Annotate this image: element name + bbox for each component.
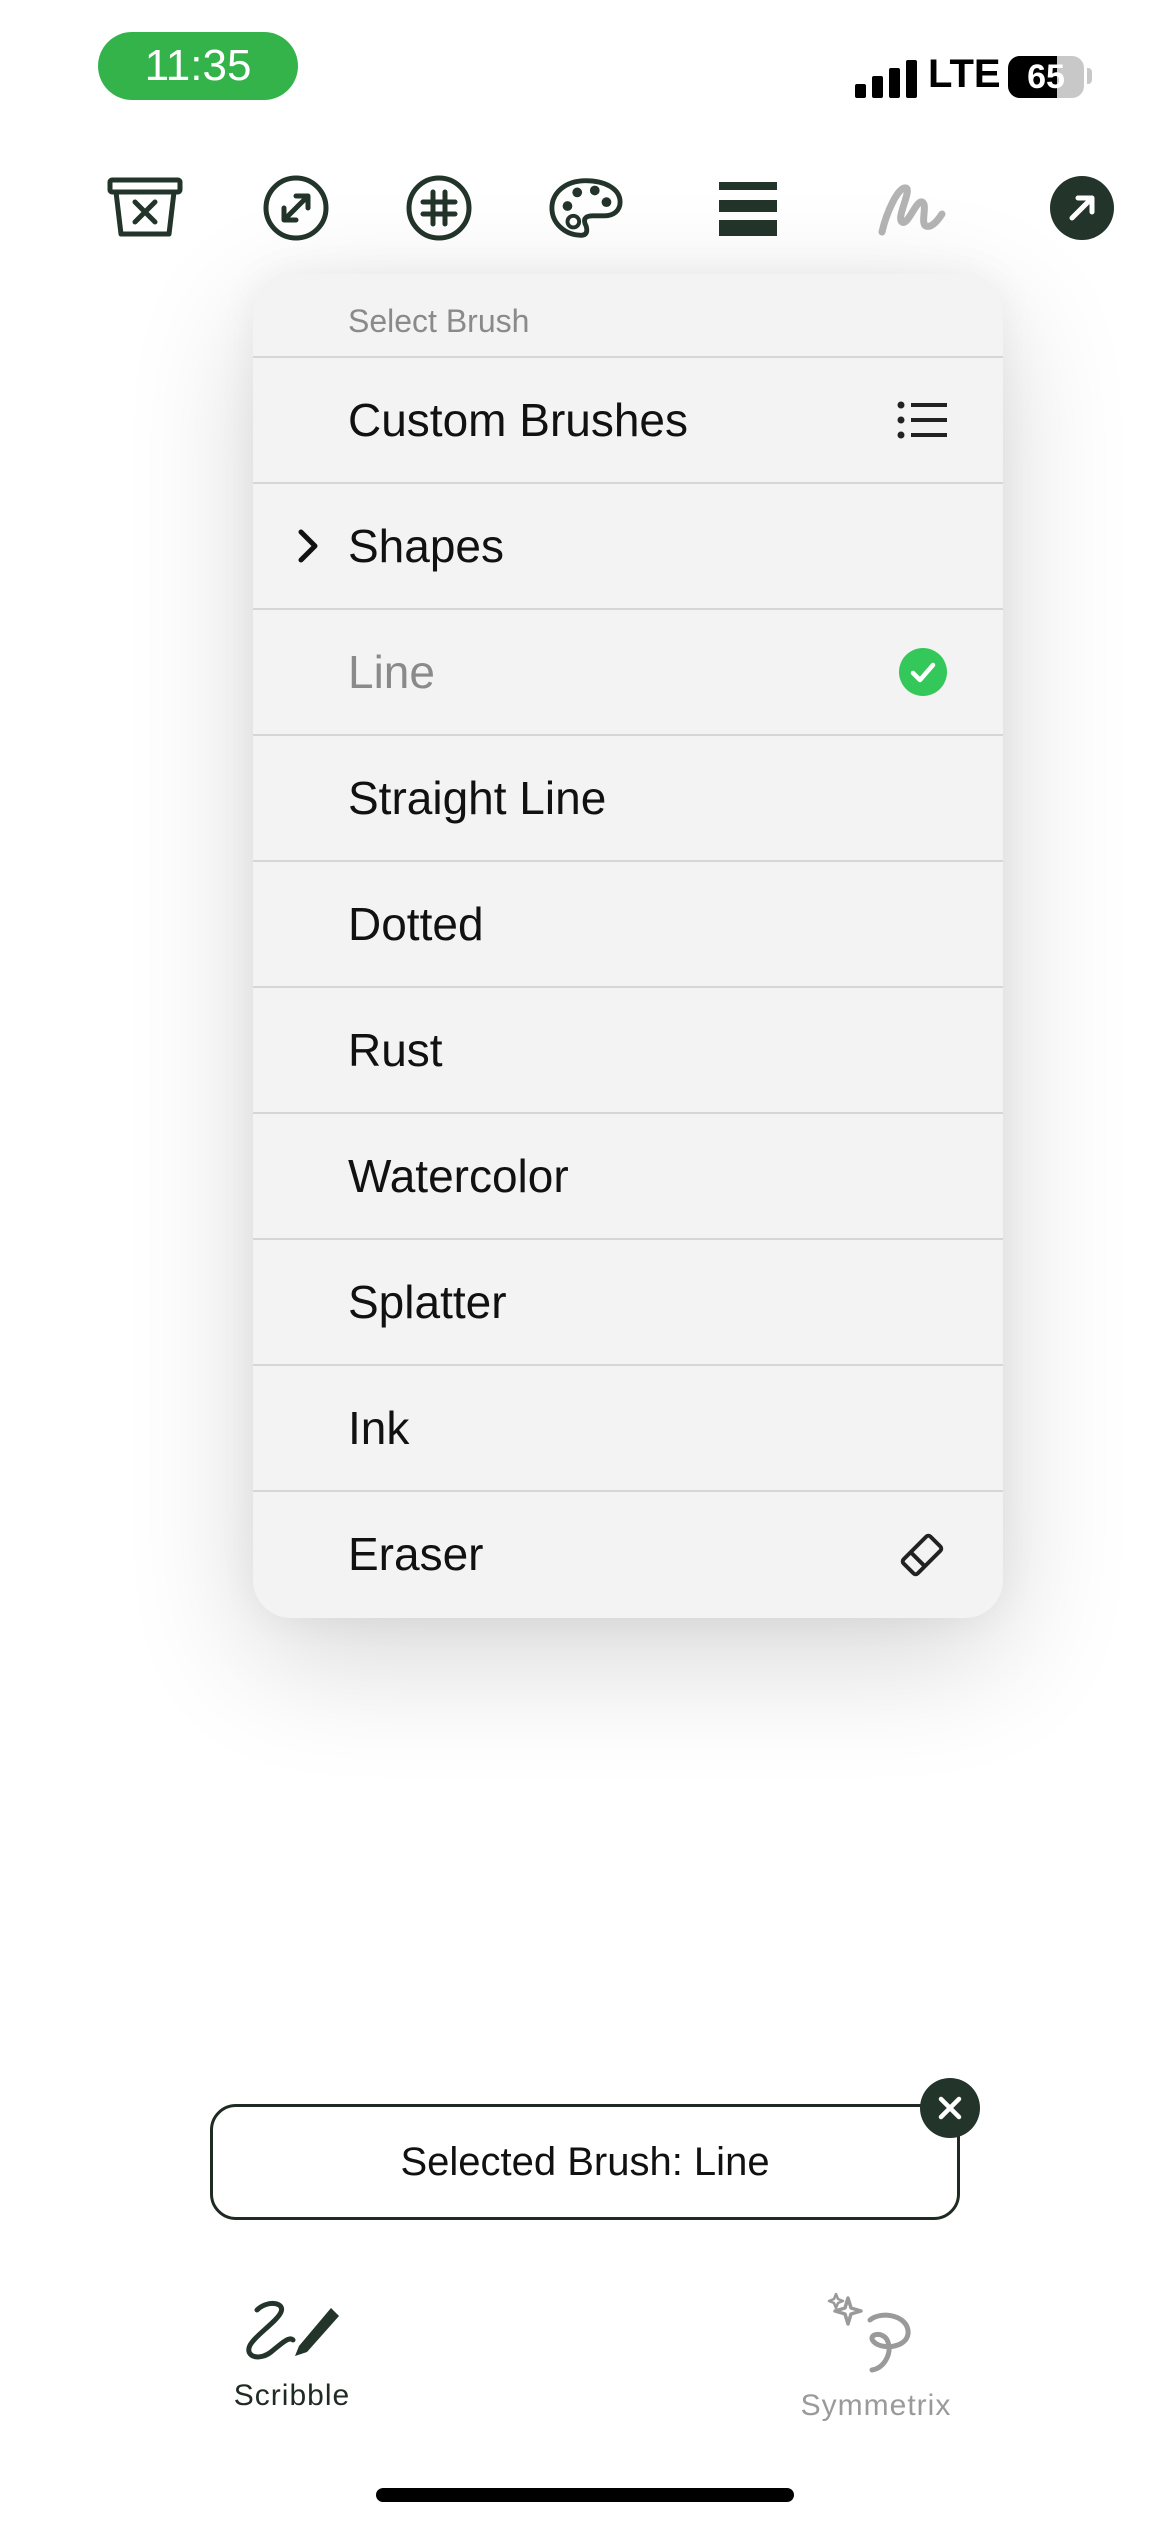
cellular-signal-icon — [855, 58, 917, 98]
menu-item-label: Splatter — [348, 1276, 507, 1328]
menu-item-label: Dotted — [348, 898, 484, 950]
home-indicator — [376, 2488, 794, 2502]
menu-item-shapes[interactable]: Shapes — [253, 484, 1003, 610]
tab-symmetrix[interactable]: Symmetrix — [756, 2290, 996, 2423]
export-button[interactable] — [1044, 172, 1120, 244]
checkmark-icon — [899, 648, 947, 696]
close-icon — [938, 2096, 962, 2120]
brush-menu: Select Brush Custom Brushes Shapes Line … — [253, 274, 1003, 1618]
network-type: LTE — [928, 52, 1001, 96]
stroke-width-icon — [719, 182, 777, 236]
stroke-width-button[interactable] — [710, 172, 786, 244]
chevron-right-icon — [298, 529, 318, 563]
clear-canvas-icon — [107, 177, 183, 237]
menu-item-watercolor[interactable]: Watercolor — [253, 1114, 1003, 1240]
toast-close-button[interactable] — [920, 2078, 980, 2138]
tab-scribble[interactable]: Scribble — [172, 2290, 412, 2413]
battery-level: 65 — [1027, 58, 1065, 96]
selected-brush-toast: Selected Brush: Line — [210, 2104, 960, 2220]
brush-icon — [878, 184, 946, 236]
menu-item-eraser[interactable]: Eraser — [253, 1492, 1003, 1618]
menu-title: Select Brush — [253, 274, 1003, 358]
resize-arrows-icon — [263, 175, 329, 241]
menu-item-label: Eraser — [348, 1528, 484, 1580]
status-time: 11:35 — [98, 32, 298, 100]
grid-button[interactable] — [401, 172, 477, 244]
menu-item-label: Line — [348, 646, 435, 698]
menu-item-line[interactable]: Line — [253, 610, 1003, 736]
eraser-icon — [900, 1533, 944, 1577]
grid-icon — [406, 175, 472, 241]
menu-item-straight-line[interactable]: Straight Line — [253, 736, 1003, 862]
menu-item-rust[interactable]: Rust — [253, 988, 1003, 1114]
menu-item-label: Rust — [348, 1024, 443, 1076]
symmetrix-icon — [827, 2292, 911, 2373]
clear-canvas-button[interactable] — [107, 172, 183, 244]
menu-item-splatter[interactable]: Splatter — [253, 1240, 1003, 1366]
tab-label: Symmetrix — [800, 2389, 952, 2422]
battery-icon: 65 — [1008, 56, 1084, 98]
scribble-icon — [246, 2301, 339, 2360]
brush-button[interactable] — [874, 172, 950, 244]
menu-item-label: Custom Brushes — [348, 394, 689, 446]
list-icon — [897, 401, 947, 439]
tab-label: Scribble — [233, 2379, 351, 2412]
menu-item-label: Straight Line — [348, 772, 607, 824]
menu-item-label: Shapes — [348, 520, 505, 572]
resize-button[interactable] — [258, 172, 334, 244]
menu-item-label: Watercolor — [348, 1150, 569, 1202]
menu-item-dotted[interactable]: Dotted — [253, 862, 1003, 988]
menu-item-custom-brushes[interactable]: Custom Brushes — [253, 358, 1003, 484]
share-icon — [1050, 176, 1114, 240]
menu-item-label: Ink — [348, 1402, 410, 1454]
toast-text: Selected Brush: Line — [400, 2140, 770, 2184]
battery-tip — [1087, 68, 1092, 84]
menu-item-ink[interactable]: Ink — [253, 1366, 1003, 1492]
color-palette-button[interactable] — [548, 172, 624, 244]
palette-icon — [549, 178, 623, 238]
